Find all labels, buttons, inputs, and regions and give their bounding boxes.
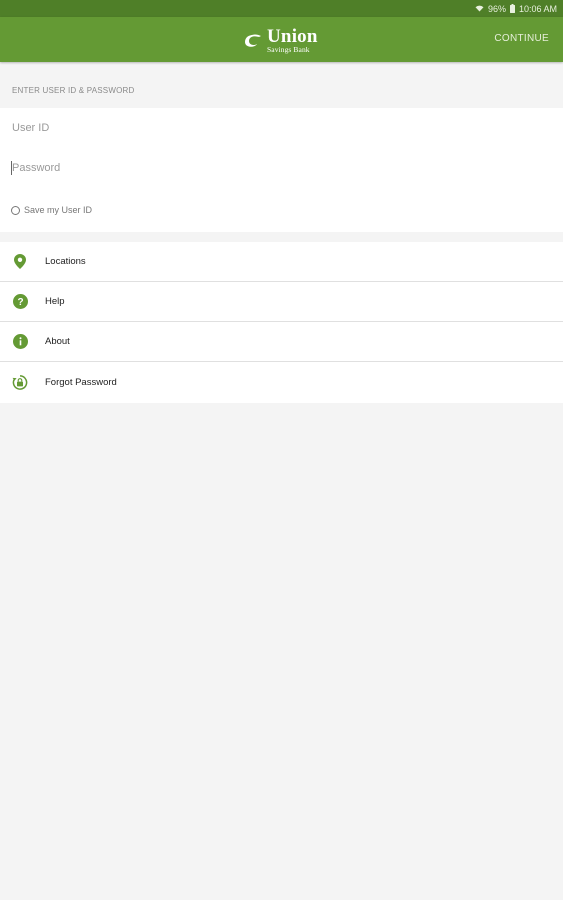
lock-reset-icon <box>12 375 28 391</box>
info-icon <box>12 334 28 350</box>
user-id-input[interactable] <box>0 108 563 148</box>
continue-button[interactable]: CONTINUE <box>494 33 549 44</box>
text-cursor <box>11 161 12 175</box>
menu-item-label: Forgot Password <box>45 377 117 388</box>
password-input[interactable] <box>0 148 563 188</box>
menu-item-label: Help <box>45 296 65 307</box>
help-icon: ? <box>12 294 28 310</box>
menu-item-forgot-password[interactable]: Forgot Password <box>0 362 563 403</box>
save-user-id-label: Save my User ID <box>24 205 93 215</box>
status-bar: 96% 10:06 AM <box>0 0 563 17</box>
menu-list: Locations ? Help About Forgot Password <box>0 242 563 403</box>
save-user-id-radio[interactable] <box>11 205 20 215</box>
svg-text:?: ? <box>17 297 23 308</box>
menu-item-locations[interactable]: Locations <box>0 242 563 282</box>
battery-icon <box>509 4 515 13</box>
bank-logo: Union Savings Bank <box>242 26 318 54</box>
wifi-icon <box>475 5 484 12</box>
bank-logo-subtitle: Savings Bank <box>267 44 310 54</box>
menu-item-help[interactable]: ? Help <box>0 282 563 322</box>
menu-item-label: About <box>45 336 70 347</box>
save-user-id-option[interactable]: Save my User ID <box>11 205 92 215</box>
menu-item-label: Locations <box>45 256 86 267</box>
location-pin-icon <box>12 254 28 270</box>
battery-percentage: 96% <box>487 3 506 14</box>
status-time: 10:06 AM <box>518 3 557 14</box>
login-section-title: ENTER USER ID & PASSWORD <box>12 86 135 95</box>
app-bar: Union Savings Bank CONTINUE <box>0 17 563 62</box>
bank-logo-name: Union <box>267 25 318 47</box>
bank-logo-icon <box>242 30 264 50</box>
menu-item-about[interactable]: About <box>0 322 563 362</box>
